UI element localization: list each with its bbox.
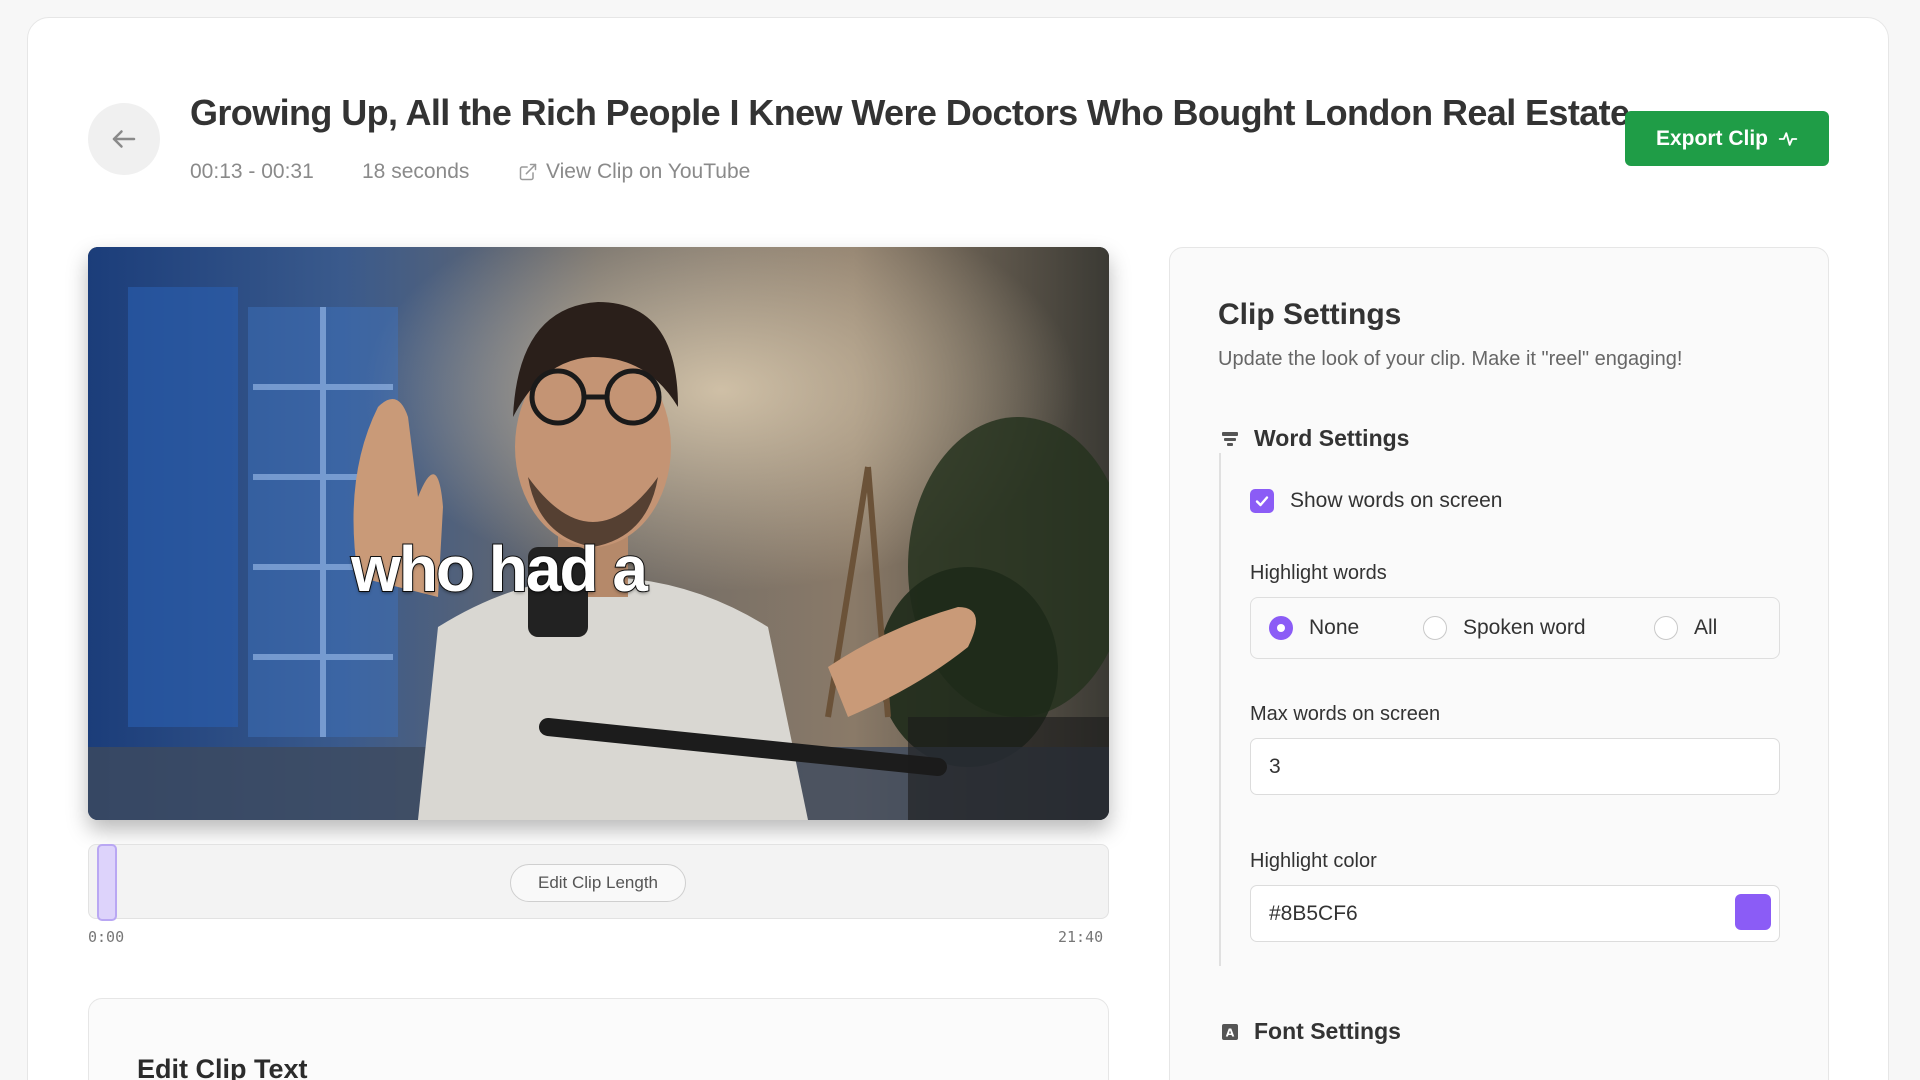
radio-option-all[interactable]: All [1654,598,1717,658]
external-link-icon [519,163,537,181]
youtube-link-label: View Clip on YouTube [546,160,751,183]
clip-settings-panel: Clip Settings Update the look of your cl… [1169,247,1829,1080]
check-icon [1255,496,1269,507]
clip-timeline[interactable]: Edit Clip Length [88,844,1109,921]
edit-clip-length-button[interactable]: Edit Clip Length [510,864,686,902]
highlight-color-input[interactable] [1250,885,1780,942]
radio-all-label: All [1694,616,1718,639]
max-words-input[interactable] [1250,738,1780,795]
svg-text:A: A [1226,1026,1235,1039]
arrow-left-icon [112,130,136,148]
radio-option-spoken-word[interactable]: Spoken word [1423,598,1586,658]
section-divider [1219,453,1221,966]
word-settings-heading[interactable]: Word Settings [1220,425,1409,452]
show-words-label: Show words on screen [1290,489,1503,512]
timeline-start-handle[interactable] [97,844,117,921]
word-settings-label: Word Settings [1254,425,1410,451]
highlight-words-label: Highlight words [1250,562,1387,584]
show-words-checkbox[interactable] [1250,489,1274,513]
radio-none-label: None [1309,616,1360,639]
font-settings-label: Font Settings [1254,1018,1401,1044]
timeline-start-time: 0:00 [88,928,125,946]
edit-clip-text-card: Edit Clip Text [88,998,1109,1080]
clip-settings-subtitle: Update the look of your clip. Make it "r… [1218,348,1683,370]
radio-option-none[interactable]: None [1269,598,1359,658]
radio-none[interactable] [1269,616,1293,640]
clip-duration: 18 seconds [362,160,470,183]
youtube-link[interactable]: View Clip on YouTube [518,160,750,184]
activity-icon [1778,131,1798,146]
highlight-words-radio-group: None Spoken word All [1250,597,1780,659]
highlight-color-swatch[interactable] [1735,894,1771,930]
export-clip-button[interactable]: Export Clip [1625,111,1829,166]
max-words-label: Max words on screen [1250,703,1441,725]
highlight-color-label: Highlight color [1250,850,1377,872]
video-caption: who had a [350,532,649,606]
page-title: Growing Up, All the Rich People I Knew W… [190,92,1630,133]
font-settings-heading[interactable]: A Font Settings [1220,1018,1401,1045]
font-settings-icon: A [1222,1023,1238,1040]
radio-spoken-word[interactable] [1423,616,1447,640]
export-clip-label: Export Clip [1655,126,1768,150]
edit-clip-text-title: Edit Clip Text [137,1054,308,1080]
show-words-checkbox-row[interactable]: Show words on screen [1250,489,1502,513]
radio-spoken-word-label: Spoken word [1463,616,1586,639]
clip-time-range: 00:13 - 00:31 [190,160,314,183]
clip-settings-title: Clip Settings [1218,298,1402,331]
back-button[interactable] [88,103,160,175]
word-settings-icon [1222,431,1238,446]
clip-meta: 00:13 - 00:31 18 seconds View Clip on Yo… [190,160,750,184]
video-player[interactable]: who had a [88,247,1109,820]
radio-all[interactable] [1654,616,1678,640]
timeline-end-time: 21:40 [1058,928,1104,946]
